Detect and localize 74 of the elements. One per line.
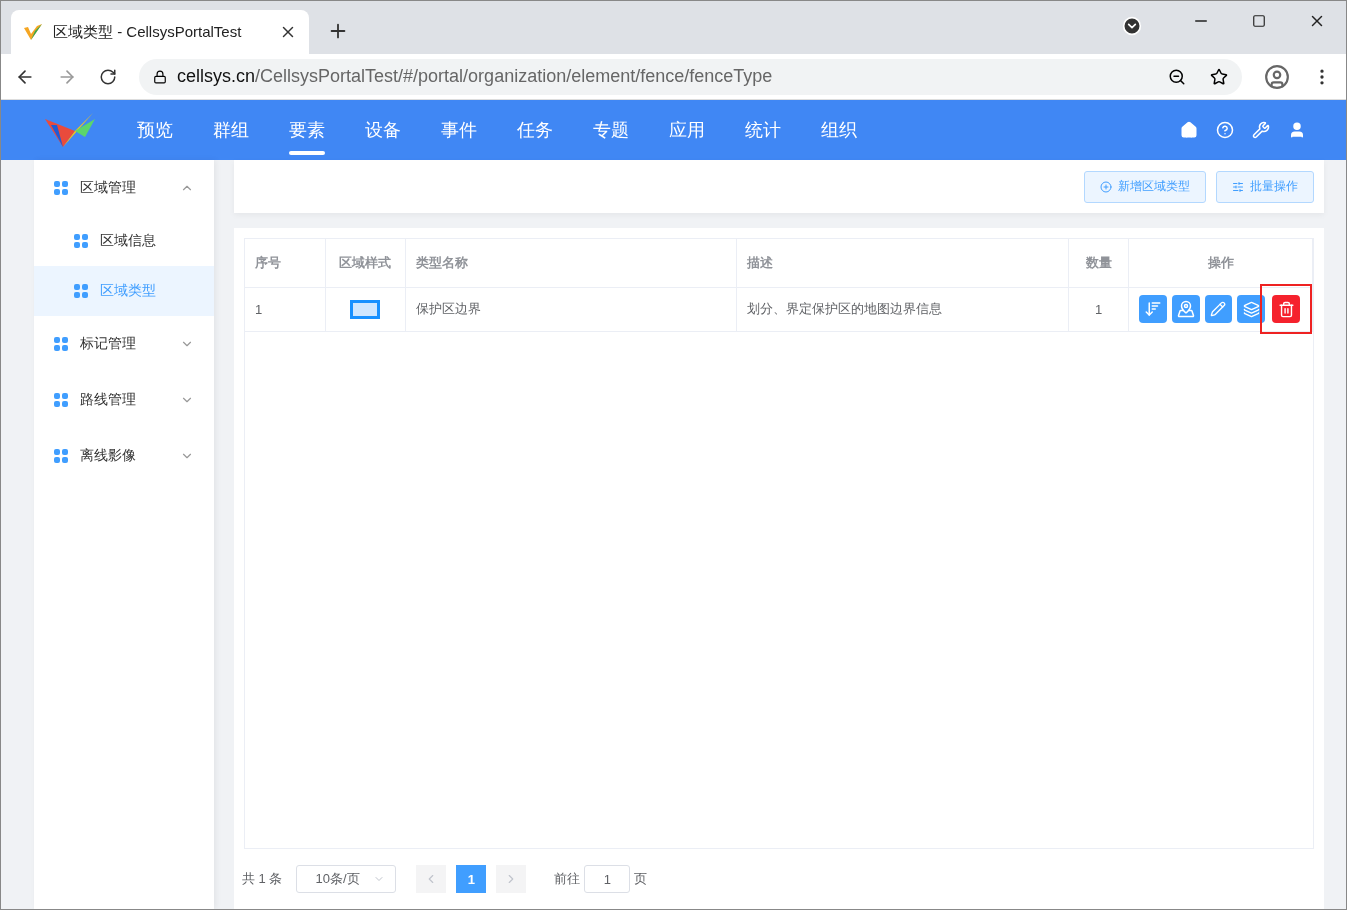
help-icon[interactable]: [1216, 121, 1234, 139]
nav-tab[interactable]: 预览: [117, 100, 193, 160]
sidebar-group[interactable]: 路线管理: [34, 372, 214, 428]
table-cell: 1: [1068, 287, 1129, 331]
maximize-icon[interactable]: [1252, 14, 1266, 28]
browser-tab[interactable]: 区域类型 - CellsysPortalTest: [11, 10, 309, 54]
nav-tab[interactable]: 统计: [725, 100, 801, 160]
grid-icon: [74, 284, 88, 298]
trash-icon: [1277, 300, 1295, 318]
nav-tab[interactable]: 专题: [573, 100, 649, 160]
group-label: 离线影像: [80, 447, 137, 465]
map-pin-icon: [1176, 300, 1195, 318]
star-icon[interactable]: [1210, 67, 1228, 86]
page-number[interactable]: 1: [456, 865, 487, 893]
page-size-select[interactable]: 10条/页: [296, 865, 397, 893]
layers-icon: [1242, 300, 1260, 318]
logo-icon: [23, 22, 43, 42]
batch-button[interactable]: 批量操作: [1216, 170, 1314, 203]
item-label: 区域信息: [100, 232, 157, 250]
column-header: 操作: [1128, 239, 1313, 287]
tools-icon[interactable]: [1252, 121, 1270, 139]
sidebar-group[interactable]: 区域管理: [34, 160, 214, 216]
nav-tab[interactable]: 任务: [497, 100, 573, 160]
address-bar[interactable]: cellsys.cn/CellsysPortalTest/#/portal/organization/element/fence/fenceType: [139, 58, 1242, 95]
sort-button[interactable]: [1139, 295, 1167, 323]
group-label: 区域管理: [80, 179, 137, 197]
layers-button[interactable]: [1237, 295, 1265, 323]
page-suffix: 页: [634, 870, 648, 888]
group-label: 路线管理: [80, 391, 137, 409]
nav-tab[interactable]: 应用: [649, 100, 725, 160]
grid-icon: [54, 393, 68, 407]
profile-dropdown-icon[interactable]: [1122, 16, 1142, 36]
goto-page-field[interactable]: 1: [584, 865, 631, 893]
home-icon[interactable]: [1180, 121, 1198, 139]
lock-icon: [153, 69, 167, 84]
sidebar-item[interactable]: 区域信息: [34, 216, 214, 266]
column-header: 序号: [245, 239, 325, 287]
column-header: 数量: [1068, 239, 1129, 287]
nav-tab[interactable]: 要素: [269, 100, 345, 160]
tab-title: 区域类型 - CellsysPortalTest: [53, 22, 243, 42]
sidebar-item[interactable]: 区域类型: [34, 266, 214, 316]
user-icon[interactable]: [1288, 121, 1306, 139]
item-label: 区域类型: [100, 282, 157, 300]
nav-tab[interactable]: 群组: [193, 100, 269, 160]
column-header: 描述: [736, 239, 1069, 287]
url-text: cellsys.cn/CellsysPortalTest/#/portal/organization/element/fence/fenceType: [177, 66, 774, 87]
zoom-out-icon[interactable]: [1168, 67, 1186, 86]
sort-down-icon: [1143, 300, 1162, 318]
plus-circle-icon: [1100, 180, 1112, 193]
sidebar-group[interactable]: 标记管理: [34, 316, 214, 372]
grid-icon: [54, 181, 68, 195]
add-button[interactable]: 新增区域类型: [1084, 170, 1206, 203]
sliders-icon: [1232, 180, 1244, 193]
table-cell: 1: [245, 287, 325, 331]
table-cell: 划分、界定保护区的地图边界信息: [736, 287, 1069, 331]
table-cell: 保护区边界: [405, 287, 737, 331]
goto-label: 前往: [554, 870, 581, 888]
reload-icon[interactable]: [99, 67, 117, 86]
total-count: 共 1 条: [242, 870, 283, 888]
profile-icon[interactable]: [1264, 63, 1290, 90]
map-button[interactable]: [1171, 295, 1200, 323]
nav-tab[interactable]: 事件: [421, 100, 497, 160]
pencil-icon: [1210, 301, 1227, 317]
column-header: 区域样式: [325, 239, 405, 287]
delete-button[interactable]: [1272, 295, 1300, 323]
edit-button[interactable]: [1204, 295, 1233, 323]
group-label: 标记管理: [80, 335, 137, 353]
nav-tab[interactable]: 设备: [345, 100, 421, 160]
grid-icon: [74, 234, 88, 248]
grid-icon: [54, 337, 68, 351]
sidebar-group[interactable]: 离线影像: [34, 428, 214, 484]
nav-tab[interactable]: 组织: [801, 100, 877, 160]
grid-icon: [54, 449, 68, 463]
column-header: 类型名称: [405, 239, 737, 287]
